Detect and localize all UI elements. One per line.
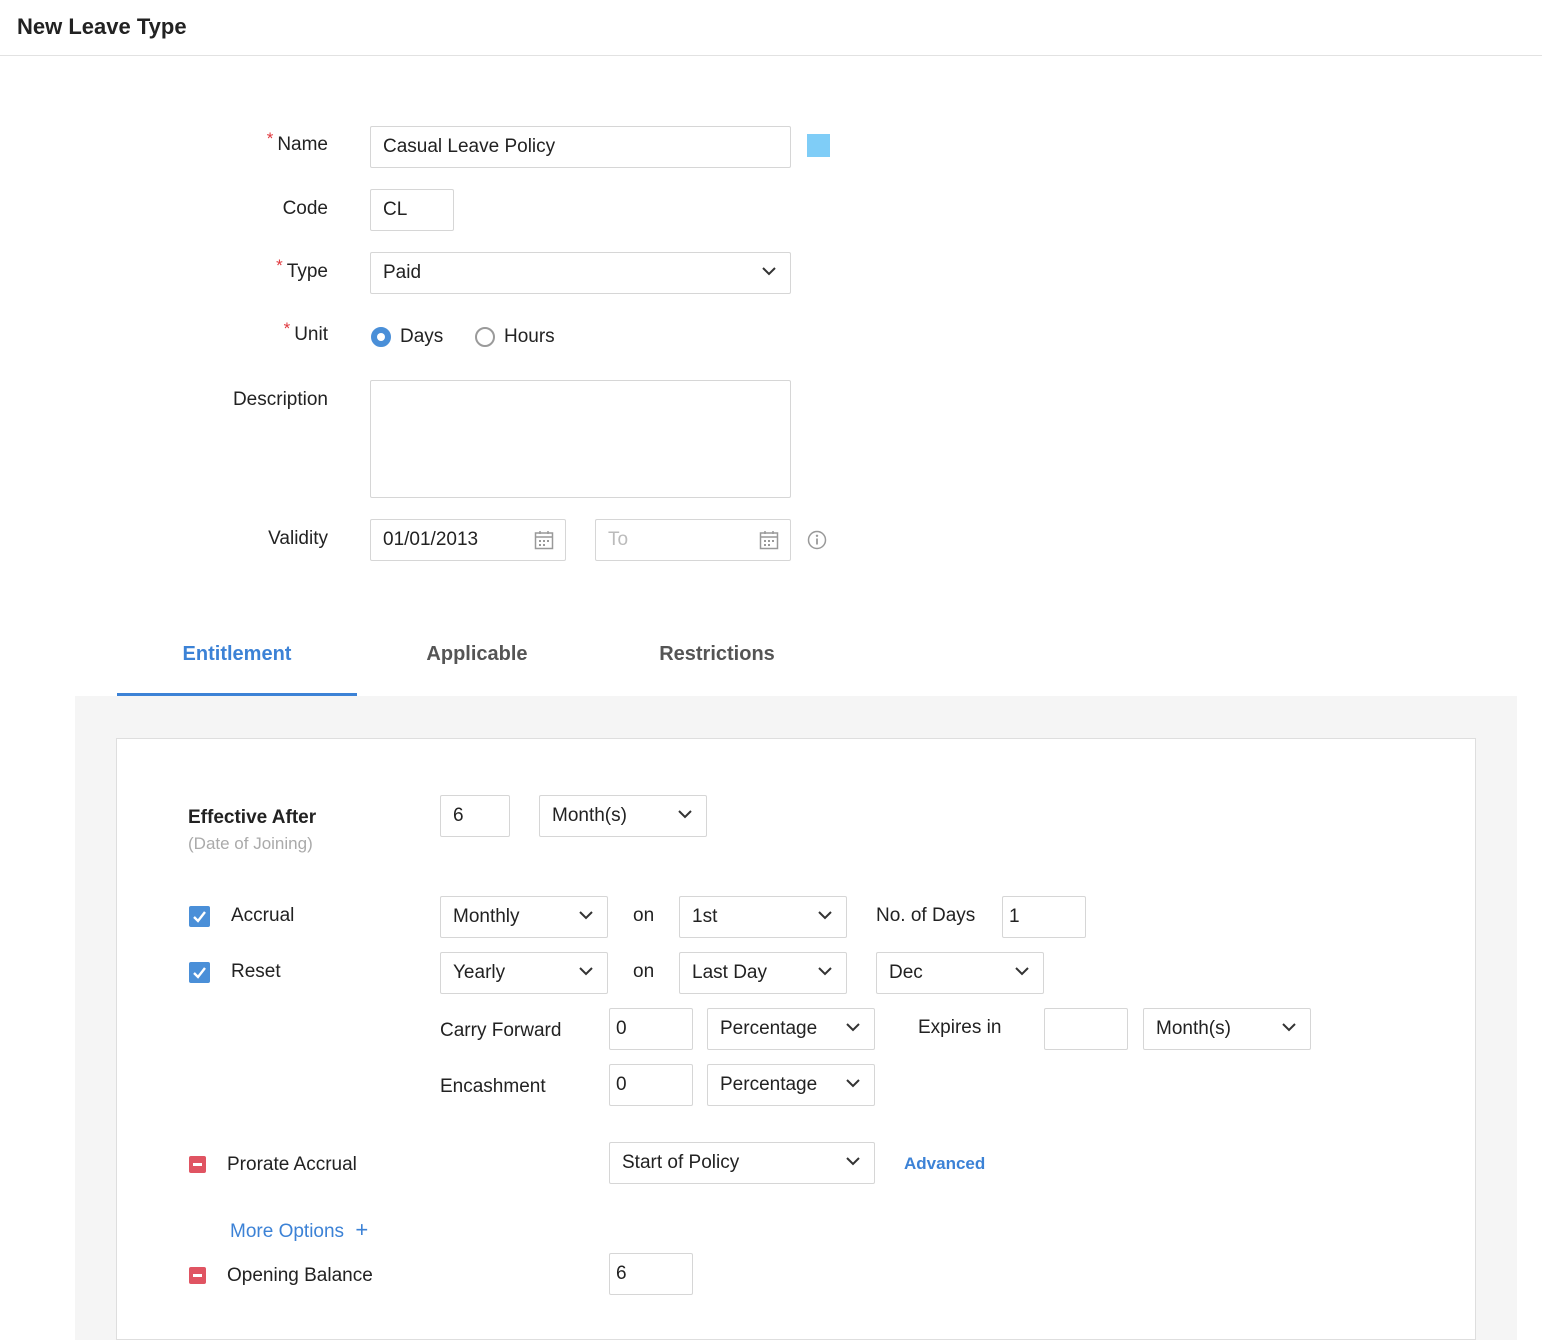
validity-from-input[interactable]: 01/01/2013 bbox=[370, 519, 566, 561]
unit-label-text: Unit bbox=[294, 324, 328, 345]
name-label: * Name bbox=[200, 129, 328, 156]
calendar-icon[interactable] bbox=[759, 530, 779, 550]
required-marker: * bbox=[283, 319, 291, 338]
encashment-mode-select[interactable]: Percentage bbox=[707, 1064, 875, 1106]
reset-checkbox[interactable] bbox=[189, 962, 210, 983]
accrual-label: Accrual bbox=[231, 905, 295, 926]
carry-forward-value: 0 bbox=[616, 1018, 627, 1039]
opening-balance-collapse-toggle[interactable] bbox=[189, 1267, 206, 1284]
validity-to-input[interactable]: To bbox=[595, 519, 791, 561]
carry-forward-input[interactable]: 0 bbox=[609, 1008, 693, 1050]
reset-month-select[interactable]: Dec bbox=[876, 952, 1044, 994]
reset-day-select[interactable]: Last Day bbox=[679, 952, 847, 994]
info-icon[interactable] bbox=[807, 530, 827, 550]
chevron-down-icon bbox=[818, 966, 832, 978]
code-input[interactable]: CL bbox=[370, 189, 454, 231]
chevron-down-icon bbox=[579, 910, 593, 922]
expires-in-unit-select[interactable]: Month(s) bbox=[1143, 1008, 1311, 1050]
opening-balance-input[interactable]: 6 bbox=[609, 1253, 693, 1295]
reset-on-label: on bbox=[633, 961, 655, 982]
chevron-down-icon bbox=[846, 1156, 860, 1168]
effective-after-unit-select[interactable]: Month(s) bbox=[539, 795, 707, 837]
chevron-down-icon bbox=[1282, 1022, 1296, 1034]
color-picker-swatch[interactable] bbox=[807, 134, 830, 157]
reset-frequency-select[interactable]: Yearly bbox=[440, 952, 608, 994]
no-of-days-input[interactable]: 1 bbox=[1002, 896, 1086, 938]
type-label: * Type bbox=[200, 256, 328, 283]
prorate-accrual-value: Start of Policy bbox=[622, 1152, 740, 1173]
chevron-down-icon bbox=[678, 809, 692, 821]
encashment-value: 0 bbox=[616, 1074, 627, 1095]
chevron-down-icon bbox=[762, 266, 776, 278]
effective-after-value: 6 bbox=[453, 805, 464, 826]
calendar-icon[interactable] bbox=[534, 530, 554, 550]
unit-hours-radio[interactable] bbox=[475, 327, 495, 347]
carry-forward-mode-select[interactable]: Percentage bbox=[707, 1008, 875, 1050]
chevron-down-icon bbox=[579, 966, 593, 978]
effective-after-label: Effective After bbox=[188, 807, 317, 828]
tab-restrictions[interactable]: Restrictions bbox=[597, 643, 837, 666]
page-header bbox=[0, 0, 1542, 56]
accrual-checkbox[interactable] bbox=[189, 906, 210, 927]
chevron-down-icon bbox=[846, 1078, 860, 1090]
name-label-text: Name bbox=[277, 134, 328, 155]
required-marker: * bbox=[276, 256, 283, 275]
unit-days-label[interactable]: Days bbox=[400, 326, 443, 348]
validity-label: Validity bbox=[268, 528, 328, 549]
more-options-label: More Options bbox=[230, 1221, 345, 1242]
encashment-input[interactable]: 0 bbox=[609, 1064, 693, 1106]
required-marker: * bbox=[266, 129, 274, 148]
tab-applicable[interactable]: Applicable bbox=[357, 643, 597, 666]
chevron-down-icon bbox=[1015, 966, 1029, 978]
prorate-accrual-select[interactable]: Start of Policy bbox=[609, 1142, 875, 1184]
opening-balance-label: Opening Balance bbox=[227, 1265, 373, 1286]
chevron-down-icon bbox=[818, 910, 832, 922]
plus-icon: + bbox=[355, 1217, 369, 1242]
expires-in-input[interactable] bbox=[1044, 1008, 1128, 1050]
name-input[interactable]: Casual Leave Policy bbox=[370, 126, 791, 168]
effective-after-sublabel: (Date of Joining) bbox=[188, 834, 313, 853]
code-label: Code bbox=[282, 198, 328, 219]
page-title: New Leave Type bbox=[17, 14, 187, 39]
encashment-label: Encashment bbox=[440, 1076, 546, 1097]
unit-hours-label[interactable]: Hours bbox=[504, 326, 555, 348]
more-options-link[interactable]: More Options + bbox=[230, 1217, 368, 1243]
description-label: Description bbox=[232, 389, 328, 410]
name-input-value: Casual Leave Policy bbox=[383, 136, 556, 157]
unit-label: * Unit bbox=[200, 319, 328, 346]
description-textarea[interactable] bbox=[370, 380, 791, 498]
tab-entitlement[interactable]: Entitlement bbox=[117, 643, 357, 666]
prorate-accrual-collapse-toggle[interactable] bbox=[189, 1156, 206, 1173]
accrual-frequency-select[interactable]: Monthly bbox=[440, 896, 608, 938]
reset-label: Reset bbox=[231, 961, 281, 982]
chevron-down-icon bbox=[846, 1022, 860, 1034]
effective-after-input[interactable]: 6 bbox=[440, 795, 510, 837]
no-of-days-value: 1 bbox=[1009, 906, 1020, 927]
carry-forward-label: Carry Forward bbox=[440, 1020, 562, 1041]
type-select[interactable]: Paid bbox=[370, 252, 791, 294]
no-of-days-label: No. of Days bbox=[876, 905, 976, 926]
accrual-day-select[interactable]: 1st bbox=[679, 896, 847, 938]
expires-in-label: Expires in bbox=[918, 1017, 1002, 1038]
opening-balance-value: 6 bbox=[616, 1263, 627, 1284]
type-label-text: Type bbox=[286, 261, 328, 282]
accrual-on-label: on bbox=[633, 905, 655, 926]
prorate-accrual-label: Prorate Accrual bbox=[227, 1154, 357, 1175]
type-select-value: Paid bbox=[383, 262, 422, 283]
code-input-value: CL bbox=[383, 199, 408, 220]
unit-days-radio[interactable] bbox=[371, 327, 391, 347]
advanced-link[interactable]: Advanced bbox=[904, 1154, 985, 1174]
